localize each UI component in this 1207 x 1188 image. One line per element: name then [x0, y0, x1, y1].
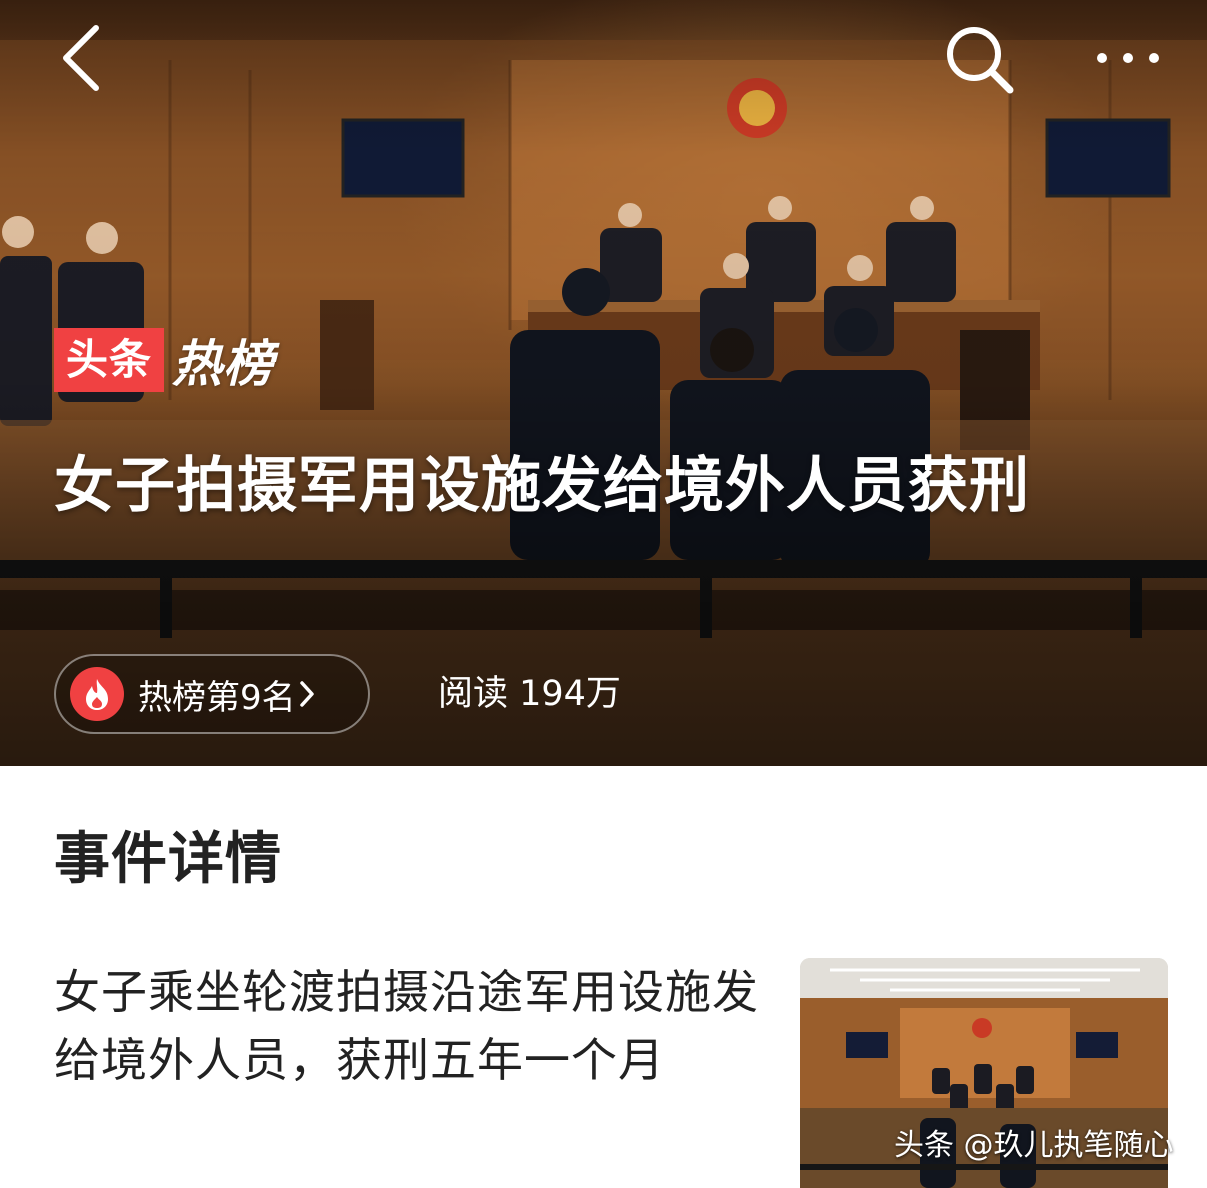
section-title: 事件详情: [54, 827, 282, 892]
watermark: 头条 @玖儿执笔随心: [894, 1128, 1174, 1163]
hotlist-rank-button[interactable]: 热榜第9名: [54, 654, 370, 734]
back-button[interactable]: [56, 22, 112, 94]
headline: 女子拍摄军用设施发给境外人员获刑: [54, 451, 1030, 521]
fire-icon: [70, 667, 124, 721]
chevron-right-icon: [298, 679, 316, 709]
brand-hotlist-label: 热榜: [172, 335, 275, 393]
brand-toutiao-label: 头条: [54, 328, 165, 392]
more-horizontal-icon: [1097, 53, 1159, 63]
hero-banner: 头条 热榜 女子拍摄军用设施发给境外人员获刑 热榜第9名 阅读 194万: [0, 0, 1207, 766]
hotlist-brand: 头条 热榜: [54, 326, 274, 394]
more-button[interactable]: [1088, 36, 1168, 80]
chevron-left-icon: [63, 25, 99, 91]
search-button[interactable]: [940, 20, 1016, 96]
read-count: 阅读 194万: [438, 674, 621, 714]
hotlist-rank-label: 热榜第9名: [138, 677, 296, 718]
event-summary[interactable]: 女子乘坐轮渡拍摄沿途军用设施发给境外人员，获刑五年一个月: [54, 958, 770, 1094]
search-icon: [947, 27, 1014, 94]
